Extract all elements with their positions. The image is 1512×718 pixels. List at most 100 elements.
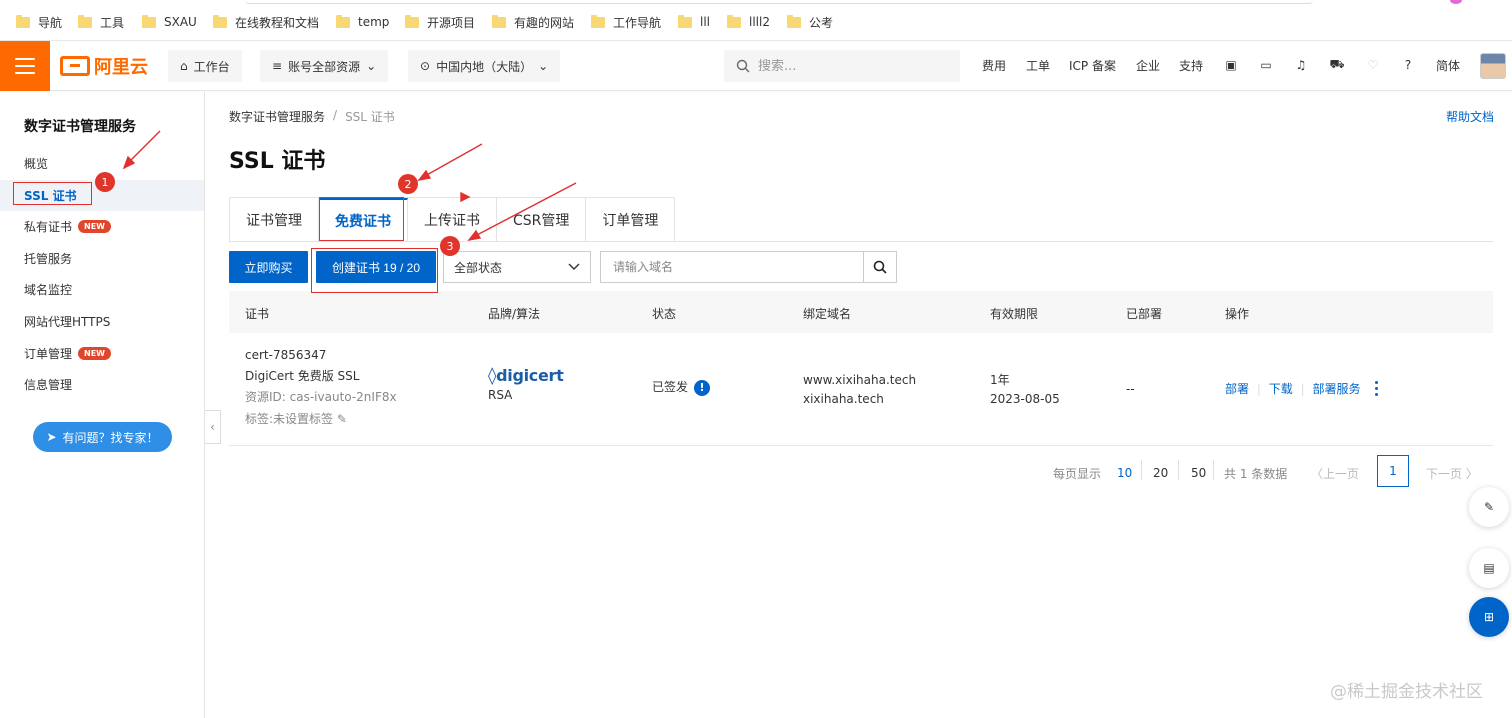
status-select[interactable]: 全部状态	[443, 251, 591, 283]
more-actions-icon[interactable]	[1375, 381, 1381, 396]
per-page-label: 每页显示	[1053, 467, 1102, 481]
bookmark-item[interactable]: llll2	[727, 14, 770, 30]
info-icon[interactable]: !	[694, 379, 711, 396]
chevron-down-icon: ⌄	[538, 59, 549, 73]
avatar[interactable]	[1480, 53, 1506, 79]
workbench-button[interactable]: ⌂ 工作台	[168, 50, 242, 82]
account-resources-dropdown[interactable]: ≡ 账号全部资源 ⌄	[260, 50, 389, 82]
domain-input[interactable]	[601, 252, 863, 282]
address-bar-edge	[245, 0, 1313, 4]
location-icon: ⊙	[420, 59, 431, 73]
nav-link-fees[interactable]: 费用	[982, 57, 1006, 74]
cart-icon[interactable]: ⛟	[1328, 56, 1346, 74]
nav-link-icp[interactable]: ICP 备案	[1069, 57, 1116, 74]
ask-expert-button[interactable]: ➤ 有问题？找专家！	[33, 422, 172, 452]
sidebar-item-private-cert[interactable]: 私有证书 NEW	[0, 211, 204, 242]
deploy-service-link[interactable]: 部署服务	[1312, 382, 1360, 396]
total-count: 共 1 条数据	[1224, 467, 1288, 481]
brand-cell: ◊digicert RSA	[488, 366, 564, 405]
cert-name: DigiCert 免费版 SSL	[245, 369, 360, 383]
cert-tag[interactable]: 标签:未设置标签 ✎	[245, 410, 397, 429]
bell-icon[interactable]: ♫	[1292, 56, 1310, 74]
aliyun-logo[interactable]: 阿里云	[60, 54, 148, 78]
cert-id: cert-7856347	[245, 348, 327, 362]
nav-link-support[interactable]: 支持	[1179, 57, 1203, 74]
nav-link-enterprise[interactable]: 企业	[1136, 57, 1160, 74]
edit-icon[interactable]: ✎	[337, 412, 347, 426]
edit-feedback-icon[interactable]: ✎	[1469, 487, 1509, 527]
chat-icon[interactable]: ▤	[1469, 548, 1509, 588]
sidebar-item-https-proxy[interactable]: 网站代理HTTPS	[0, 306, 204, 337]
folder-icon	[787, 14, 801, 28]
page-number[interactable]: 1	[1377, 455, 1409, 487]
folder-icon	[213, 14, 227, 28]
bookmark-item[interactable]: 公考	[787, 14, 833, 30]
folder-icon	[591, 14, 605, 28]
home-icon: ⌂	[180, 59, 188, 73]
lightbulb-icon[interactable]: ♡	[1364, 56, 1382, 74]
sidebar-item-domain-monitor[interactable]: 域名监控	[0, 274, 204, 305]
domain-cell: www.xixihaha.tech xixihaha.tech	[803, 371, 916, 409]
prev-page-button[interactable]: 〈上一页	[1311, 465, 1359, 482]
domain-search	[600, 251, 897, 283]
layers-icon: ≡	[272, 59, 283, 73]
menu-icon[interactable]	[0, 41, 50, 91]
top-navigation: 阿里云 ⌂ 工作台 ≡ 账号全部资源 ⌄ ⊙ 中国内地（大陆） ⌄ 费用 工单 …	[0, 41, 1512, 91]
folder-icon	[492, 14, 506, 28]
tab-cert-management[interactable]: 证书管理	[230, 198, 319, 242]
deploy-link[interactable]: 部署	[1225, 382, 1249, 396]
column-header: 操作	[1225, 307, 1250, 321]
column-header: 有效期限	[990, 307, 1039, 321]
bookmark-item[interactable]: temp	[336, 14, 389, 30]
sidebar-item-info[interactable]: 信息管理	[0, 369, 204, 400]
language-switch[interactable]: 简体	[1436, 57, 1460, 74]
watermark: @稀土掘金技术社区	[1330, 682, 1483, 702]
profile-icon[interactable]	[1450, 0, 1462, 4]
table-header: 证书 品牌/算法 状态 绑定域名 有效期限 已部署 操作	[229, 291, 1493, 333]
bookmark-item[interactable]: 有趣的网站	[492, 14, 574, 30]
sidebar-item-orders[interactable]: 订单管理 NEW	[0, 338, 204, 369]
folder-icon	[678, 14, 692, 28]
sidebar-item-hosting[interactable]: 托管服务	[0, 243, 204, 274]
chevron-down-icon: ⌄	[366, 59, 377, 73]
annotation-box	[319, 197, 404, 241]
annotation-box	[13, 182, 92, 205]
tab-csr[interactable]: CSR管理	[497, 198, 587, 242]
bookmark-item[interactable]: 工作导航	[591, 14, 661, 30]
tab-divider	[229, 241, 1493, 242]
apps-icon[interactable]: ⊞	[1469, 597, 1509, 637]
page-size-option[interactable]: 50	[1191, 466, 1206, 480]
terminal-icon[interactable]: ▭	[1257, 56, 1275, 74]
page-title: SSL 证书	[229, 149, 326, 174]
annotation-box	[311, 248, 438, 293]
tab-orders[interactable]: 订单管理	[586, 198, 676, 242]
breadcrumb-separator: /	[333, 108, 338, 122]
search-icon[interactable]	[863, 252, 896, 282]
global-search[interactable]	[724, 50, 960, 82]
bookmark-item[interactable]: 开源项目	[405, 14, 475, 30]
app-icon[interactable]: ▣	[1222, 56, 1240, 74]
bookmark-item[interactable]: lll	[678, 14, 710, 30]
buy-now-button[interactable]: 立即购买	[229, 251, 308, 283]
page-size-option[interactable]: 10	[1117, 466, 1132, 480]
bookmark-item[interactable]: SXAU	[142, 14, 197, 30]
bird-icon: ➤	[46, 430, 57, 444]
table-row: cert-7856347 DigiCert 免费版 SSL 资源ID: cas-…	[229, 333, 1493, 446]
help-icon[interactable]: ?	[1399, 56, 1417, 74]
global-search-input[interactable]	[758, 58, 938, 74]
folder-icon	[405, 14, 419, 28]
page-size-option[interactable]: 20	[1153, 466, 1168, 480]
help-docs-link[interactable]: 帮助文档	[1446, 108, 1494, 125]
breadcrumb-root[interactable]: 数字证书管理服务	[229, 108, 325, 125]
resource-id: 资源ID: cas-ivauto-2nIF8x	[245, 390, 397, 404]
region-dropdown[interactable]: ⊙ 中国内地（大陆） ⌄	[408, 50, 561, 82]
next-page-button[interactable]: 下一页 〉	[1426, 465, 1478, 482]
bookmark-item[interactable]: 导航	[16, 14, 62, 30]
bookmark-item[interactable]: 在线教程和文档	[213, 14, 319, 30]
nav-link-tickets[interactable]: 工单	[1026, 57, 1050, 74]
download-link[interactable]: 下载	[1269, 382, 1293, 396]
bookmark-item[interactable]: 工具	[78, 14, 124, 30]
column-header: 品牌/算法	[488, 307, 541, 321]
validity-cell: 1年 2023-08-05	[990, 371, 1060, 409]
collapse-sidebar-icon[interactable]: ‹	[205, 410, 221, 444]
